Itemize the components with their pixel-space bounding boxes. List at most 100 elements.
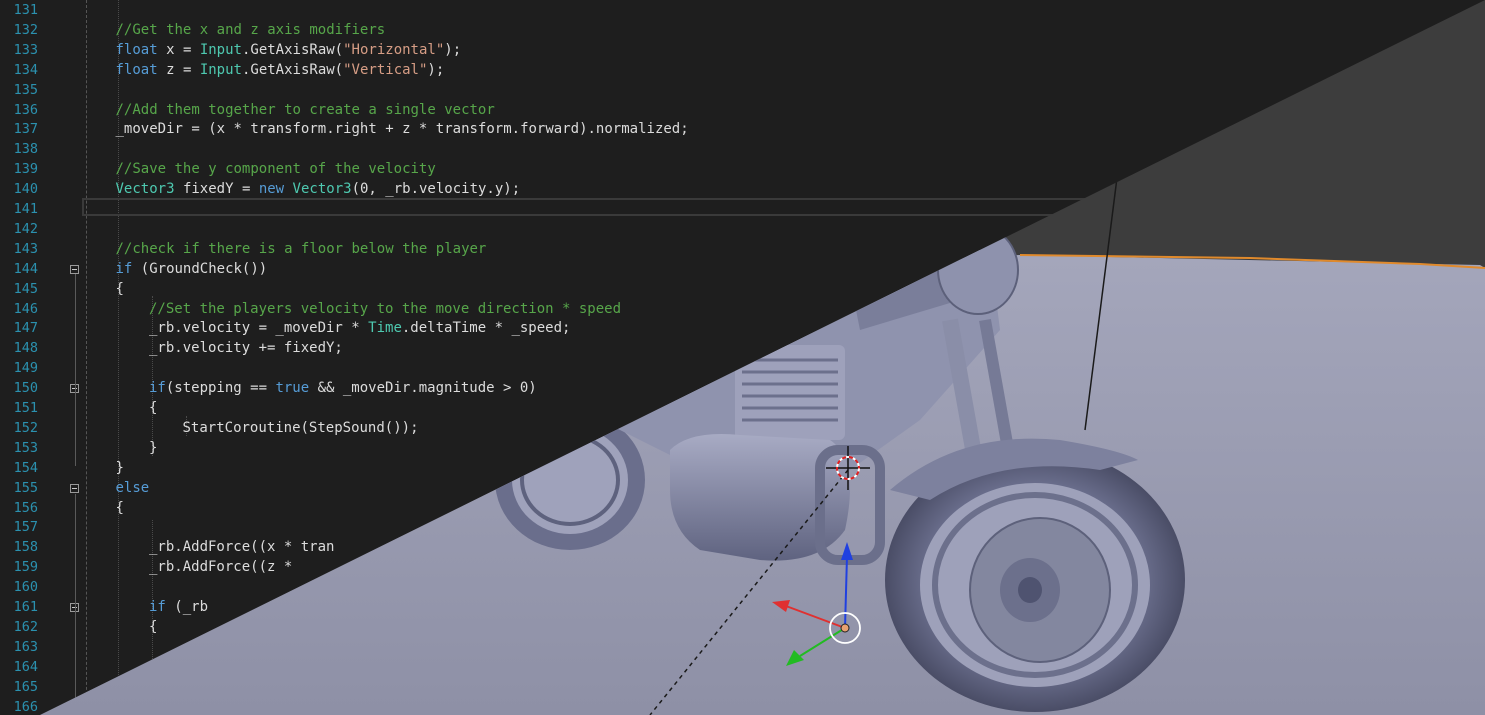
- code-token: fixedY =: [174, 181, 259, 198]
- line-number: 143: [13, 240, 38, 257]
- code-line[interactable]: _moveDir = (x * transform.right + z * tr…: [116, 119, 689, 139]
- line-number: 152: [13, 419, 38, 436]
- line-number-gutter: 131 132 133 134 135 136 137 138 139 140 141 142 143 1…: [0, 0, 46, 715]
- code-line[interactable]: if(stepping == true && _moveDir.magnitud…: [149, 378, 537, 398]
- line-number: 134: [13, 61, 38, 78]
- code-token: //Set the players velocity to the move d…: [149, 300, 622, 317]
- code-token: float: [115, 41, 158, 58]
- composite-screenshot: 131 132 133 134 135 136 137 138 139 140 141 142 143 1…: [0, 0, 1485, 715]
- line-number: 146: [13, 300, 38, 317]
- code-line[interactable]: {: [149, 398, 157, 418]
- code-token: if: [149, 599, 166, 615]
- code-line[interactable]: }: [116, 458, 124, 478]
- code-token: if: [115, 260, 133, 277]
- code-token: );: [444, 41, 462, 58]
- code-token: {: [115, 280, 124, 297]
- fold-toggle-icon[interactable]: [70, 483, 79, 493]
- line-number: 138: [13, 141, 38, 158]
- code-token: //Add them together to create a single v…: [115, 101, 495, 118]
- code-token: Vector3: [115, 181, 175, 198]
- code-token: z =: [157, 61, 200, 78]
- code-token: _rb.AddForce((z *: [149, 559, 293, 576]
- line-number: 150: [13, 380, 38, 397]
- line-number: 135: [13, 81, 38, 98]
- code-line[interactable]: }: [149, 438, 157, 458]
- fold-region-line: [75, 394, 76, 452]
- code-line[interactable]: //Get the x and z axis modifiers: [116, 20, 386, 40]
- code-line[interactable]: {: [149, 617, 157, 637]
- indent-guide: [86, 0, 87, 715]
- line-number: 155: [13, 479, 38, 496]
- line-number: 164: [13, 658, 38, 675]
- line-number: 148: [13, 340, 38, 357]
- fold-toggle-icon[interactable]: [70, 264, 79, 274]
- line-number: 131: [13, 2, 38, 18]
- code-token: //Save the y component of the velocity: [115, 161, 436, 178]
- code-token: "Horizontal": [343, 41, 445, 58]
- code-line[interactable]: {: [116, 279, 124, 299]
- code-line[interactable]: if (_rb: [149, 597, 208, 617]
- code-line[interactable]: Vector3 fixedY = new Vector3(0, _rb.velo…: [116, 179, 521, 199]
- code-line[interactable]: if (GroundCheck()): [116, 259, 268, 279]
- fold-region-line: [75, 494, 76, 715]
- line-number: 147: [13, 320, 38, 337]
- code-token: {: [149, 400, 158, 416]
- line-number: 153: [13, 439, 38, 456]
- code-line[interactable]: float x = Input.GetAxisRaw("Horizontal")…: [116, 40, 462, 60]
- code-token: if: [149, 380, 166, 397]
- code-token: //Get the x and z axis modifiers: [115, 21, 386, 38]
- code-line[interactable]: StartCoroutine(StepSound());: [183, 418, 419, 438]
- code-token: Vector3: [292, 181, 352, 198]
- code-token: (GroundCheck()): [132, 260, 268, 277]
- code-token: .GetAxisRaw(: [241, 41, 344, 58]
- code-token: );: [427, 61, 445, 78]
- code-token: _rb.velocity = _moveDir *: [149, 320, 369, 337]
- code-token: StartCoroutine(StepSound());: [182, 419, 419, 436]
- line-number: 161: [13, 599, 38, 615]
- code-token: new: [258, 181, 285, 198]
- line-number: 136: [13, 101, 38, 118]
- code-line[interactable]: _rb.velocity += fixedY;: [149, 338, 343, 358]
- code-token: "Vertical": [343, 61, 428, 78]
- line-number: 132: [13, 21, 38, 38]
- code-token: Input: [199, 61, 242, 78]
- line-number: 163: [13, 638, 38, 655]
- code-token: x =: [157, 41, 200, 58]
- code-token: (0, _rb.velocity.y);: [351, 181, 521, 198]
- code-line[interactable]: _rb.AddForce((z *: [149, 557, 292, 577]
- code-token: }: [149, 439, 158, 456]
- line-number: 151: [13, 400, 38, 416]
- code-line[interactable]: else: [116, 478, 150, 498]
- code-token: .deltaTime * _speed;: [401, 320, 571, 337]
- code-line[interactable]: float z = Input.GetAxisRaw("Vertical");: [116, 60, 445, 80]
- line-number: 165: [13, 678, 38, 695]
- line-number: 154: [13, 459, 38, 476]
- code-line[interactable]: //Add them together to create a single v…: [116, 100, 495, 120]
- code-token: //check if there is a floor below the pl…: [115, 240, 487, 257]
- line-number: 145: [13, 280, 38, 297]
- code-token: {: [149, 618, 158, 635]
- code-line[interactable]: _rb.velocity = _moveDir * Time.deltaTime…: [149, 318, 570, 338]
- code-line[interactable]: //Save the y component of the velocity: [116, 159, 436, 179]
- line-number: 157: [13, 519, 38, 536]
- code-token: _rb.AddForce((x * tran: [149, 539, 335, 556]
- code-token: Input: [199, 41, 242, 58]
- code-token: Time: [368, 320, 402, 337]
- code-token: .GetAxisRaw(: [241, 61, 344, 78]
- line-number: 149: [13, 360, 38, 377]
- code-token: && _moveDir.magnitude > 0): [309, 380, 537, 397]
- line-number: 133: [13, 41, 38, 58]
- code-line[interactable]: {: [116, 498, 124, 518]
- code-line[interactable]: //Set the players velocity to the move d…: [149, 299, 621, 319]
- code-line[interactable]: _rb.AddForce((x * tran: [149, 537, 334, 557]
- code-token: _moveDir = (x * transform.right + z * tr…: [115, 121, 689, 138]
- line-number: 142: [13, 220, 38, 237]
- code-token: }: [115, 459, 124, 476]
- line-number: 141: [13, 201, 38, 217]
- code-line[interactable]: //check if there is a floor below the pl…: [116, 239, 487, 259]
- code-token: _rb.velocity += fixedY;: [149, 340, 343, 357]
- line-number: 156: [13, 499, 38, 516]
- code-token: (_rb: [165, 599, 209, 615]
- code-token: else: [115, 479, 150, 496]
